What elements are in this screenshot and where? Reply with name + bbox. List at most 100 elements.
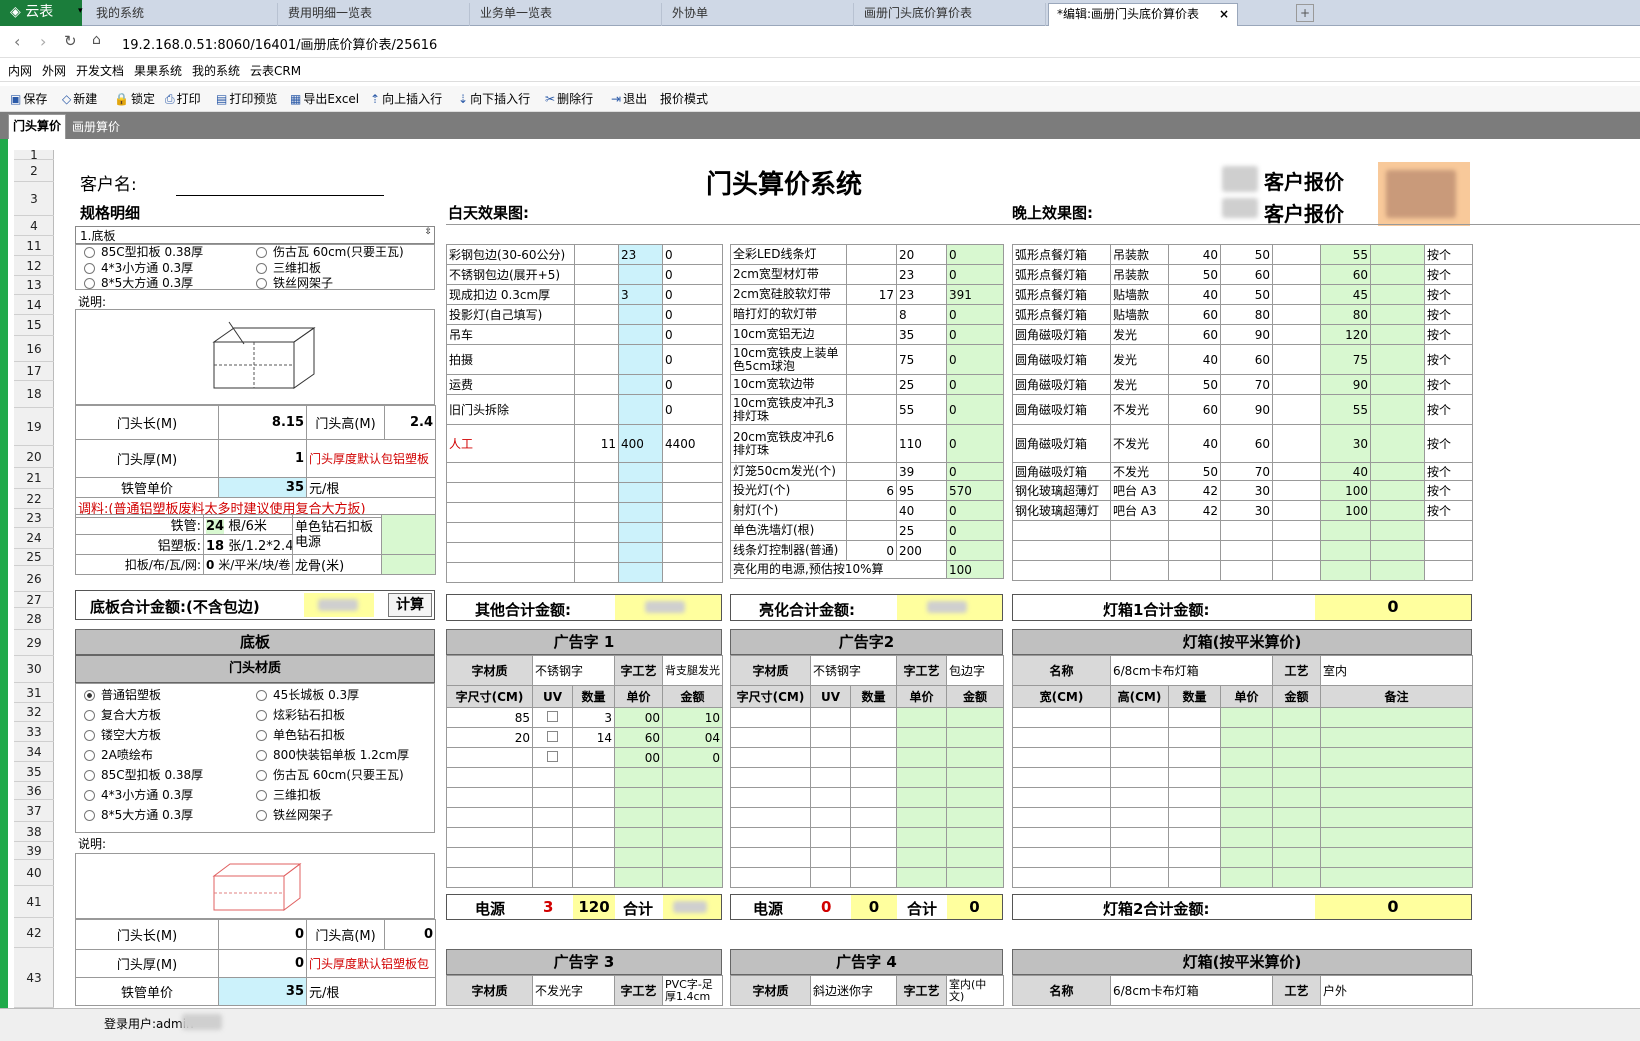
lighting-cell[interactable]: 100 <box>946 560 1004 579</box>
base-radio[interactable]: 2A喷绘布 <box>84 746 153 763</box>
radio-icon[interactable] <box>84 750 95 761</box>
lamp-cell[interactable]: 70 <box>1220 374 1273 395</box>
fav-crm[interactable]: 云表CRM <box>250 62 301 79</box>
cost-cell[interactable]: 11 <box>574 424 619 463</box>
cost-cell[interactable]: 23 <box>618 244 663 265</box>
lamp-cell[interactable] <box>1370 324 1425 345</box>
box2-cell[interactable] <box>1012 827 1111 848</box>
lighting-cell[interactable] <box>846 344 897 375</box>
box2-cell[interactable] <box>1110 707 1169 728</box>
lamp-cell[interactable]: 50 <box>1220 244 1273 265</box>
ad1-cell[interactable] <box>571 867 616 888</box>
box3-craft-value[interactable]: 户外 <box>1320 975 1473 1006</box>
fav-dev-docs[interactable]: 开发文档 <box>76 62 124 79</box>
ad2-cell[interactable] <box>896 787 948 808</box>
radio-icon[interactable] <box>256 810 267 821</box>
lamp-cell[interactable] <box>1320 520 1371 541</box>
lighting-cell[interactable] <box>846 394 897 425</box>
radio-85c[interactable]: 85C型扣板 0.38厚 <box>84 243 203 260</box>
radio-icon[interactable] <box>256 730 267 741</box>
ad1-cell[interactable]: 20 <box>446 727 533 748</box>
ad1-craft-value[interactable]: 背支腿发光 <box>662 655 724 686</box>
ad1-cell[interactable]: 85 <box>446 707 533 728</box>
base-thick-input[interactable]: 0 <box>218 949 307 978</box>
ad2-cell[interactable] <box>946 867 1005 888</box>
insert-below-button[interactable]: ⇣ 向下插入行 <box>458 90 530 107</box>
new-tab-button[interactable]: + <box>1296 4 1314 22</box>
ad2-cell[interactable] <box>946 747 1005 768</box>
box2-name-value[interactable]: 6/8cm卡布灯箱 <box>1110 655 1273 686</box>
ad2-cell[interactable] <box>946 847 1005 868</box>
radio-wire[interactable]: 铁丝网架子 <box>256 274 333 291</box>
lighting-cell[interactable]: 39 <box>896 462 947 481</box>
lamp-cell[interactable]: 80 <box>1220 304 1273 325</box>
lamp-cell[interactable]: 70 <box>1220 462 1273 481</box>
ad2-cell[interactable] <box>730 807 811 828</box>
lamp-cell[interactable]: 30 <box>1220 480 1273 501</box>
lighting-cell[interactable]: 0 <box>946 424 1004 463</box>
ad2-craft-value[interactable]: 包边字 <box>946 655 1005 686</box>
lamp-cell[interactable] <box>1272 540 1321 561</box>
ad1-cell[interactable]: 10 <box>662 707 724 728</box>
lamp-cell[interactable]: 30 <box>1320 424 1371 463</box>
box2-cell[interactable] <box>1168 847 1221 868</box>
ad1-cell[interactable] <box>532 867 573 888</box>
lamp-cell[interactable]: 90 <box>1320 374 1371 395</box>
ad1-cell[interactable] <box>571 767 616 788</box>
box2-cell[interactable] <box>1272 827 1321 848</box>
ad2-cell[interactable] <box>849 727 898 748</box>
cost-cell[interactable] <box>574 264 619 285</box>
ad1-cell[interactable] <box>446 787 533 808</box>
ad1-cell[interactable]: 14 <box>571 727 616 748</box>
cost-cell[interactable] <box>574 542 619 563</box>
lighting-cell[interactable]: 55 <box>896 394 947 425</box>
lamp-cell[interactable]: 按个 <box>1424 500 1473 521</box>
lamp-cell[interactable]: 按个 <box>1424 324 1473 345</box>
ad2-cell[interactable] <box>810 787 851 808</box>
ad1-cell[interactable] <box>446 807 533 828</box>
lamp-cell[interactable] <box>1370 344 1425 375</box>
ad1-cell[interactable] <box>662 827 724 848</box>
box2-cell[interactable] <box>1012 867 1111 888</box>
ad1-cell[interactable] <box>446 847 533 868</box>
lamp-cell[interactable]: 100 <box>1320 500 1371 521</box>
box2-cell[interactable] <box>1320 707 1473 728</box>
cost-cell[interactable] <box>574 374 619 395</box>
lamp-cell[interactable]: 按个 <box>1424 284 1473 305</box>
lamp-cell[interactable] <box>1272 394 1321 425</box>
ad1-cell[interactable] <box>614 767 664 788</box>
cost-cell[interactable] <box>574 394 619 425</box>
lighting-cell[interactable]: 35 <box>896 324 947 345</box>
refresh-icon[interactable]: ↻ <box>64 32 77 50</box>
ad1-cell[interactable] <box>532 847 573 868</box>
lamp-cell[interactable]: 55 <box>1320 244 1371 265</box>
lamp-cell[interactable]: 按个 <box>1424 374 1473 395</box>
cost-cell[interactable] <box>574 462 619 483</box>
lamp-cell[interactable]: 100 <box>1320 480 1371 501</box>
lamp-cell[interactable]: 120 <box>1320 324 1371 345</box>
box2-cell[interactable] <box>1168 727 1221 748</box>
lamp-cell[interactable] <box>1012 520 1111 541</box>
ad4-mat-value[interactable]: 斜边迷你字 <box>810 975 897 1006</box>
base-radio[interactable]: 伤古瓦 60cm(只要王瓦) <box>256 766 404 783</box>
base-radio[interactable]: 4*3小方通 0.3厚 <box>84 786 193 803</box>
ad2-cell[interactable] <box>810 707 851 728</box>
lamp-cell[interactable]: 60 <box>1168 304 1221 325</box>
app-logo[interactable]: ◈ 云表 <box>0 0 82 26</box>
box2-cell[interactable] <box>1220 867 1273 888</box>
lamp-cell[interactable] <box>1424 520 1473 541</box>
ad2-cell[interactable] <box>849 787 898 808</box>
lamp-cell[interactable]: 按个 <box>1424 264 1473 285</box>
tab-outsource[interactable]: 外协单 <box>664 3 854 26</box>
lamp-cell[interactable]: 75 <box>1320 344 1371 375</box>
lamp-cell[interactable] <box>1110 520 1169 541</box>
base-radio[interactable]: 85C型扣板 0.38厚 <box>84 766 203 783</box>
ad2-mat-value[interactable]: 不锈钢字 <box>809 655 898 686</box>
box2-cell[interactable] <box>1110 727 1169 748</box>
lighting-cell[interactable] <box>846 500 897 521</box>
ad2-cell[interactable] <box>730 747 811 768</box>
lighting-cell[interactable]: 570 <box>946 480 1004 501</box>
cost-cell[interactable]: 0 <box>662 304 723 325</box>
ad2-cell[interactable] <box>730 827 811 848</box>
lamp-cell[interactable]: 按个 <box>1424 462 1473 481</box>
